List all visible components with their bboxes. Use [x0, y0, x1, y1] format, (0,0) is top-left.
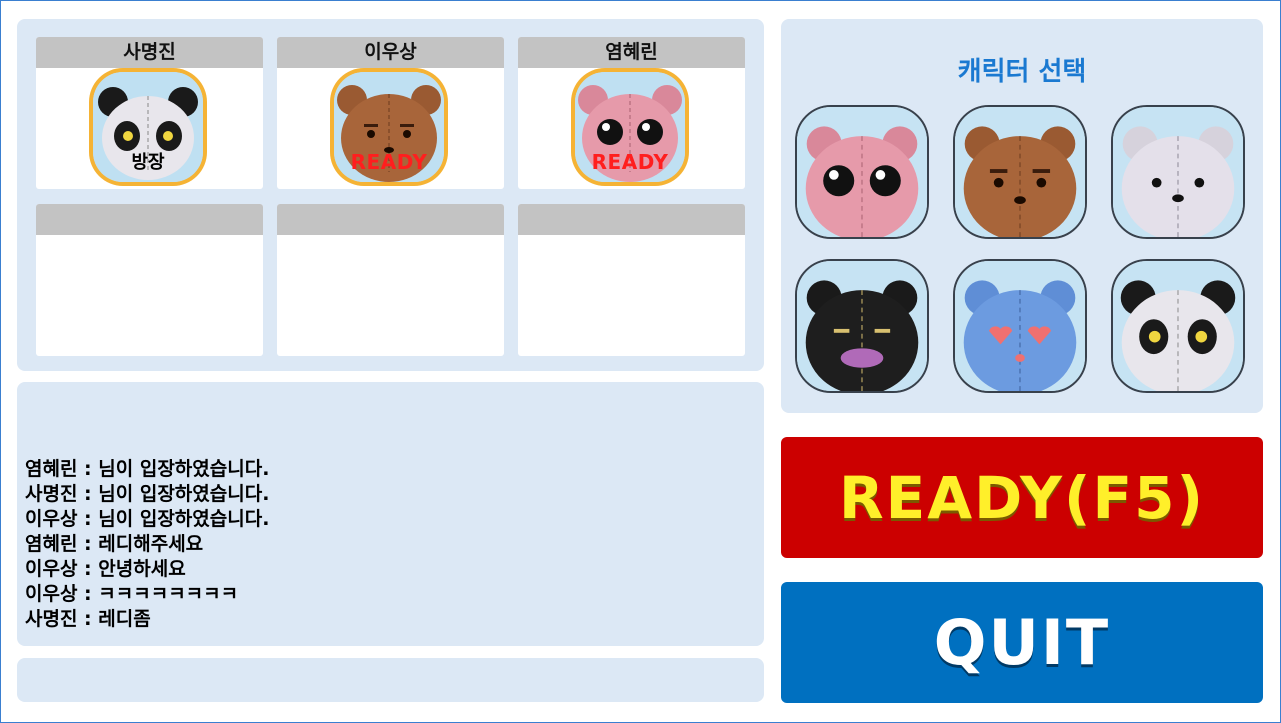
white-bear-icon [1113, 107, 1243, 237]
player-slot-4[interactable] [36, 204, 263, 356]
chat-message: 사명진 : 님이 입장하였습니다. [25, 483, 270, 505]
slot-name [518, 204, 745, 235]
player-slot-2[interactable]: 이우상 READY [277, 37, 504, 189]
panda-icon [1113, 261, 1243, 391]
ready-button-label: READY(F5) [838, 463, 1206, 532]
chat-message: 사명진 : 레디좀 [25, 608, 151, 630]
chat-panel: 염혜린 : 님이 입장하였습니다. 사명진 : 님이 입장하였습니다. 이우상 … [17, 382, 764, 646]
slot-name: 염혜린 [518, 37, 745, 68]
slot-name [277, 204, 504, 235]
character-blue-bear[interactable] [953, 259, 1087, 393]
host-badge: 방장 [131, 152, 165, 173]
chat-message: 염혜린 : 레디해주세요 [25, 533, 204, 555]
brown-bear-icon [955, 107, 1085, 237]
blue-bear-icon [955, 261, 1085, 391]
chat-input[interactable] [17, 658, 764, 702]
character-select-title: 캐릭터 선택 [957, 57, 1087, 87]
slot-name: 이우상 [277, 37, 504, 68]
character-black-bear[interactable] [795, 259, 929, 393]
character-panda[interactable] [1111, 259, 1245, 393]
avatar-panda: 방장 [89, 68, 207, 186]
quit-button-label: QUIT [933, 606, 1111, 679]
ready-badge: READY [350, 150, 428, 174]
player-slot-5[interactable] [277, 204, 504, 356]
chat-message: 이우상 : 안녕하세요 [25, 558, 186, 580]
character-brown-bear[interactable] [953, 105, 1087, 239]
slot-name [36, 204, 263, 235]
player-slot-6[interactable] [518, 204, 745, 356]
black-bear-icon [797, 261, 927, 391]
character-select-panel: 캐릭터 선택 [781, 19, 1263, 413]
ready-button[interactable]: READY(F5) [781, 437, 1263, 558]
player-slot-1[interactable]: 사명진 방장 [36, 37, 263, 189]
avatar-pink-bear: READY [571, 68, 689, 186]
ready-badge: READY [591, 150, 669, 174]
chat-message: 이우상 : 님이 입장하였습니다. [25, 508, 270, 530]
avatar-brown-bear: READY [330, 68, 448, 186]
pink-bear-icon [797, 107, 927, 237]
character-white-bear[interactable] [1111, 105, 1245, 239]
player-slots-panel: 사명진 방장 이우상 READY 염혜린 READY [17, 19, 764, 371]
chat-message: 염혜린 : 님이 입장하였습니다. [25, 458, 270, 480]
slot-name: 사명진 [36, 37, 263, 68]
player-slot-3[interactable]: 염혜린 READY [518, 37, 745, 189]
quit-button[interactable]: QUIT [781, 582, 1263, 703]
chat-log: 염혜린 : 님이 입장하였습니다. 사명진 : 님이 입장하였습니다. 이우상 … [25, 457, 269, 632]
chat-message: 이우상 : ㅋㅋㅋㅋㅋㅋㅋㅋ [25, 583, 239, 605]
character-pink-bear[interactable] [795, 105, 929, 239]
